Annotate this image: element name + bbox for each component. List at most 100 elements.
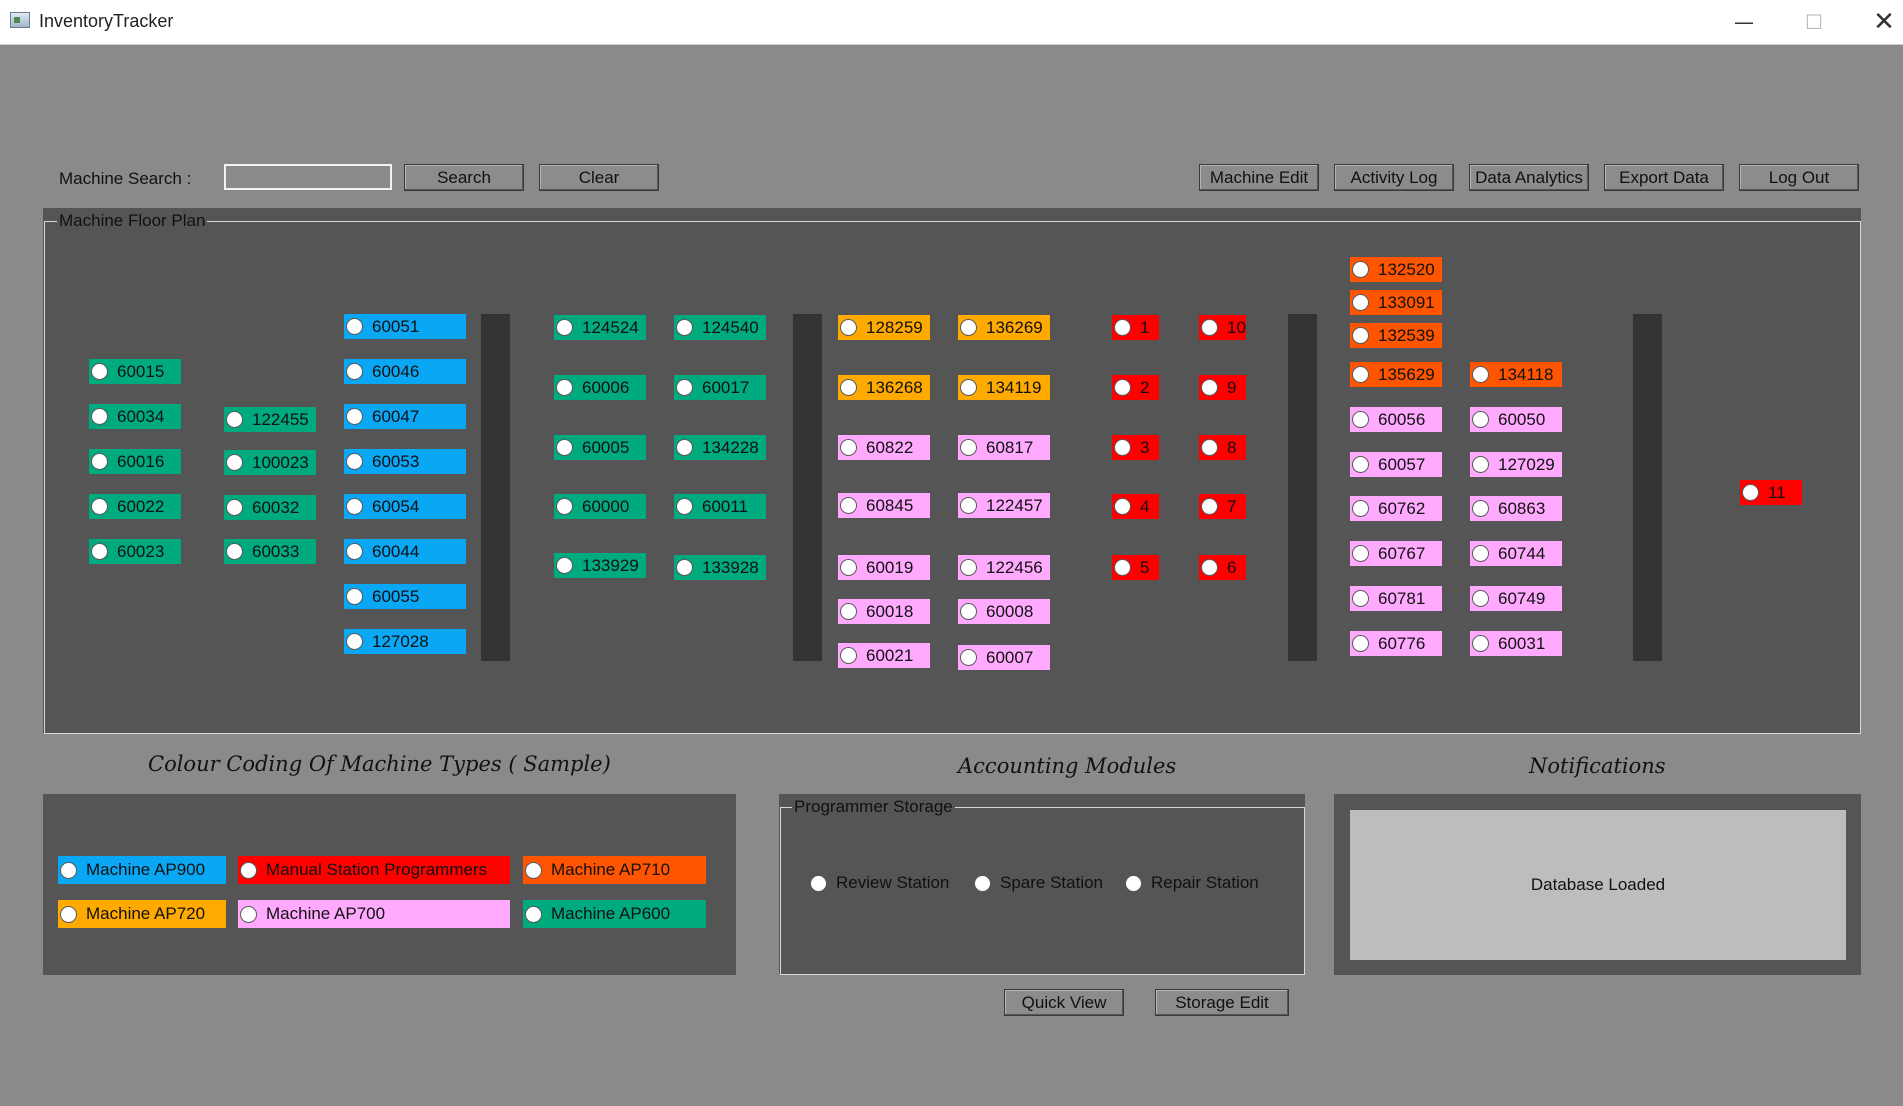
machine-60047[interactable]: 60047 [344,404,466,429]
machine-60007[interactable]: 60007 [958,645,1050,670]
machine-1[interactable]: 1 [1112,315,1159,340]
machine-60021[interactable]: 60021 [838,643,930,668]
machine-60019[interactable]: 60019 [838,555,930,580]
clear-button[interactable]: Clear [539,164,659,191]
machine-label: 60005 [582,437,630,457]
machine-60055[interactable]: 60055 [344,584,466,609]
machine-60776[interactable]: 60776 [1350,631,1442,656]
machine-60018[interactable]: 60018 [838,599,930,624]
legend-item-ap900[interactable]: Machine AP900 [58,856,226,884]
machine-60034[interactable]: 60034 [89,404,181,429]
machine-60017[interactable]: 60017 [674,375,766,400]
machine-127029[interactable]: 127029 [1470,452,1562,477]
machine-2[interactable]: 2 [1112,375,1159,400]
log-out-button[interactable]: Log Out [1739,164,1859,191]
machine-label: 60047 [372,406,420,426]
machine-label: 60032 [252,497,300,517]
machine-133928[interactable]: 133928 [674,555,766,580]
machine-60817[interactable]: 60817 [958,435,1050,460]
machine-60005[interactable]: 60005 [554,435,646,460]
machine-60053[interactable]: 60053 [344,449,466,474]
export-data-button[interactable]: Export Data [1604,164,1724,191]
machine-60008[interactable]: 60008 [958,599,1050,624]
storage-edit-button[interactable]: Storage Edit [1155,989,1289,1016]
machine-60051[interactable]: 60051 [344,314,466,339]
data-analytics-button[interactable]: Data Analytics [1469,164,1589,191]
machine-label: 60016 [117,451,165,471]
machine-136269[interactable]: 136269 [958,315,1050,340]
machine-134118[interactable]: 134118 [1470,362,1562,387]
machine-136268[interactable]: 136268 [838,375,930,400]
machine-60056[interactable]: 60056 [1350,407,1442,432]
machine-60050[interactable]: 60050 [1470,407,1562,432]
machine-60767[interactable]: 60767 [1350,541,1442,566]
machine-60016[interactable]: 60016 [89,449,181,474]
legend-item-ap710[interactable]: Machine AP710 [523,856,706,884]
machine-60054[interactable]: 60054 [344,494,466,519]
machine-11[interactable]: 11 [1740,480,1802,505]
machine-60749[interactable]: 60749 [1470,586,1562,611]
radio-icon [226,499,243,516]
machine-4[interactable]: 4 [1112,494,1159,519]
machine-search-input[interactable] [224,164,392,190]
machine-60057[interactable]: 60057 [1350,452,1442,477]
radio-icon [1472,545,1489,562]
machine-132539[interactable]: 132539 [1350,323,1442,348]
machine-133091[interactable]: 133091 [1350,290,1442,315]
machine-124524[interactable]: 124524 [554,315,646,340]
machine-60015[interactable]: 60015 [89,359,181,384]
machine-134119[interactable]: 134119 [958,375,1050,400]
machine-134228[interactable]: 134228 [674,435,766,460]
machine-122455[interactable]: 122455 [224,407,316,432]
minimize-button[interactable]: — [1712,0,1776,44]
machine-60822[interactable]: 60822 [838,435,930,460]
legend-item-ap720[interactable]: Machine AP720 [58,900,226,928]
machine-135629[interactable]: 135629 [1350,362,1442,387]
machine-60031[interactable]: 60031 [1470,631,1562,656]
machine-60033[interactable]: 60033 [224,539,316,564]
machine-122456[interactable]: 122456 [958,555,1050,580]
legend-item-manual-station[interactable]: Manual Station Programmers [238,856,510,884]
machine-60032[interactable]: 60032 [224,495,316,520]
close-button[interactable]: ✕ [1852,0,1903,44]
activity-log-button[interactable]: Activity Log [1334,164,1454,191]
machine-60023[interactable]: 60023 [89,539,181,564]
legend-item-ap600[interactable]: Machine AP600 [523,900,706,928]
machine-60011[interactable]: 60011 [674,494,766,519]
spare-station-radio[interactable]: Spare Station [974,873,1103,893]
machine-60000[interactable]: 60000 [554,494,646,519]
machine-5[interactable]: 5 [1112,555,1159,580]
machine-60046[interactable]: 60046 [344,359,466,384]
machine-3[interactable]: 3 [1112,435,1159,460]
machine-124540[interactable]: 124540 [674,315,766,340]
machine-60044[interactable]: 60044 [344,539,466,564]
machine-128259[interactable]: 128259 [838,315,930,340]
machine-60781[interactable]: 60781 [1350,586,1442,611]
machine-60762[interactable]: 60762 [1350,496,1442,521]
machine-label: 60050 [1498,409,1546,429]
review-station-radio[interactable]: Review Station [810,873,949,893]
machine-132520[interactable]: 132520 [1350,257,1442,282]
radio-icon [1352,456,1369,473]
machine-100023[interactable]: 100023 [224,450,316,475]
machine-133929[interactable]: 133929 [554,553,646,578]
machine-122457[interactable]: 122457 [958,493,1050,518]
machine-60006[interactable]: 60006 [554,375,646,400]
machine-label: 60023 [117,541,165,561]
machine-10[interactable]: 10 [1199,315,1246,340]
machine-60744[interactable]: 60744 [1470,541,1562,566]
machine-edit-button[interactable]: Machine Edit [1199,164,1319,191]
machine-127028[interactable]: 127028 [344,629,466,654]
machine-7[interactable]: 7 [1199,494,1246,519]
quick-view-button[interactable]: Quick View [1004,989,1124,1016]
legend-item-ap700[interactable]: Machine AP700 [238,900,510,928]
machine-60022[interactable]: 60022 [89,494,181,519]
machine-9[interactable]: 9 [1199,375,1246,400]
repair-station-radio[interactable]: Repair Station [1125,873,1259,893]
machine-60863[interactable]: 60863 [1470,496,1562,521]
search-button[interactable]: Search [404,164,524,191]
machine-60845[interactable]: 60845 [838,493,930,518]
maximize-button[interactable]: ☐ [1782,0,1846,44]
machine-6[interactable]: 6 [1199,555,1246,580]
machine-8[interactable]: 8 [1199,435,1246,460]
